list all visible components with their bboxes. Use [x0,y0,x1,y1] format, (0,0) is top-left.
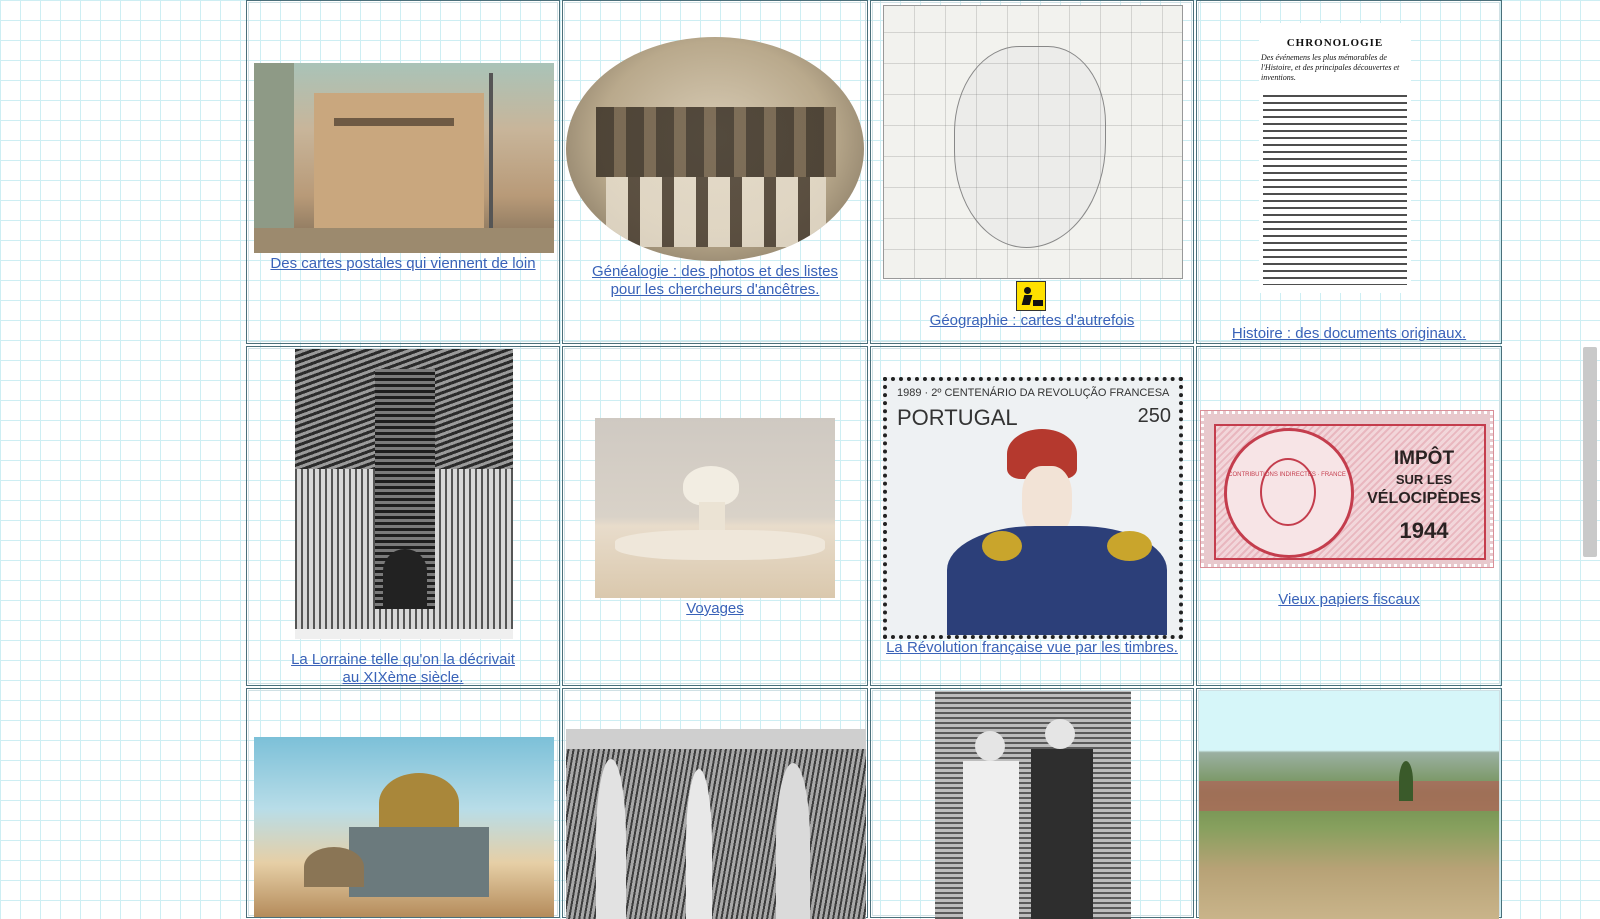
cell-lorraine: La Lorraine telle qu'on la décrivait au … [246,346,560,686]
desert-rock-photo[interactable] [595,418,835,598]
fiscal-year: 1944 [1399,518,1449,543]
cell-postcards: Des cartes postales qui viennent de loin [246,0,560,344]
voyages-link[interactable]: Voyages [563,600,867,618]
portugal-stamp-image[interactable]: 1989 · 2º CENTENÁRIO DA REVOLUÇÃO FRANCE… [883,377,1183,639]
history-link[interactable]: Histoire : des documents originaux. [1197,325,1501,343]
stamp-pt-country: PORTUGAL [897,405,1018,430]
chronology-document-image[interactable]: CHRONOLOGIE Des événemens les plus mémor… [1259,23,1411,293]
revolution-link[interactable]: La Révolution française vue par les timb… [871,639,1193,657]
lorraine-link-line1[interactable]: La Lorraine telle qu'on la décrivait [247,651,559,669]
fiscal-papers-link[interactable]: Vieux papiers fiscaux [1197,591,1501,609]
lorraine-link-line2[interactable]: au XIXème siècle. [247,669,559,687]
document-subtitle: Des événemens les plus mémorables de l'H… [1261,53,1400,82]
fiscal-line1: IMPÔT [1393,448,1455,469]
cell-costumes [870,688,1194,919]
geography-link[interactable]: Géographie : cartes d'autrefois [871,312,1193,330]
cappadocia-engraving[interactable] [566,729,866,919]
cell-history: CHRONOLOGIE Des événemens les plus mémor… [1196,0,1502,344]
cell-jerusalem [246,688,560,918]
cell-fiscal: CONTRIBUTIONS INDIRECTES · FRANCE IMPÔT … [1196,346,1502,686]
cell-cappadocia [562,688,868,919]
fiscal-ring-text: CONTRIBUTIONS INDIRECTES · FRANCE [1228,472,1346,478]
cell-revolution: 1989 · 2º CENTENÁRIO DA REVOLUÇÃO FRANCE… [870,346,1194,686]
fiscal-line3: VÉLOCIPÈDES [1367,490,1481,507]
cell-landscape [1196,688,1502,919]
genealogy-group-photo[interactable] [566,37,864,261]
stamp-pt-header: 1989 · 2º CENTENÁRIO DA REVOLUÇÃO FRANCE… [897,387,1170,399]
document-body-lines [1263,95,1407,285]
cell-voyages: Voyages [562,346,868,686]
stamp-pt-value: 250 [1137,405,1171,427]
postcard-beirut-image[interactable] [254,63,554,253]
hilltop-village-photo[interactable] [1199,691,1499,919]
document-title: CHRONOLOGIE [1286,37,1384,49]
cell-geography: Géographie : cartes d'autrefois [870,0,1194,344]
construction-sign-icon [1016,281,1046,311]
dome-of-the-rock-postcard[interactable] [254,737,554,917]
africa-map-image[interactable] [883,5,1183,279]
scrollbar-thumb[interactable] [1583,347,1597,557]
genealogy-link-line2[interactable]: pour les chercheurs d'ancêtres. [563,281,867,299]
genealogy-link-line1[interactable]: Généalogie : des photos et des listes [563,263,867,281]
vertical-scrollbar[interactable] [1568,0,1600,900]
velocipede-tax-stamp[interactable]: CONTRIBUTIONS INDIRECTES · FRANCE IMPÔT … [1201,411,1493,567]
palais-ducal-engraving[interactable] [295,349,513,639]
greek-costume-engraving[interactable] [935,691,1131,919]
cell-genealogy: Généalogie : des photos et des listes po… [562,0,868,344]
fiscal-line2: SUR LES [1395,472,1453,487]
postcards-link[interactable]: Des cartes postales qui viennent de loin [247,255,559,273]
